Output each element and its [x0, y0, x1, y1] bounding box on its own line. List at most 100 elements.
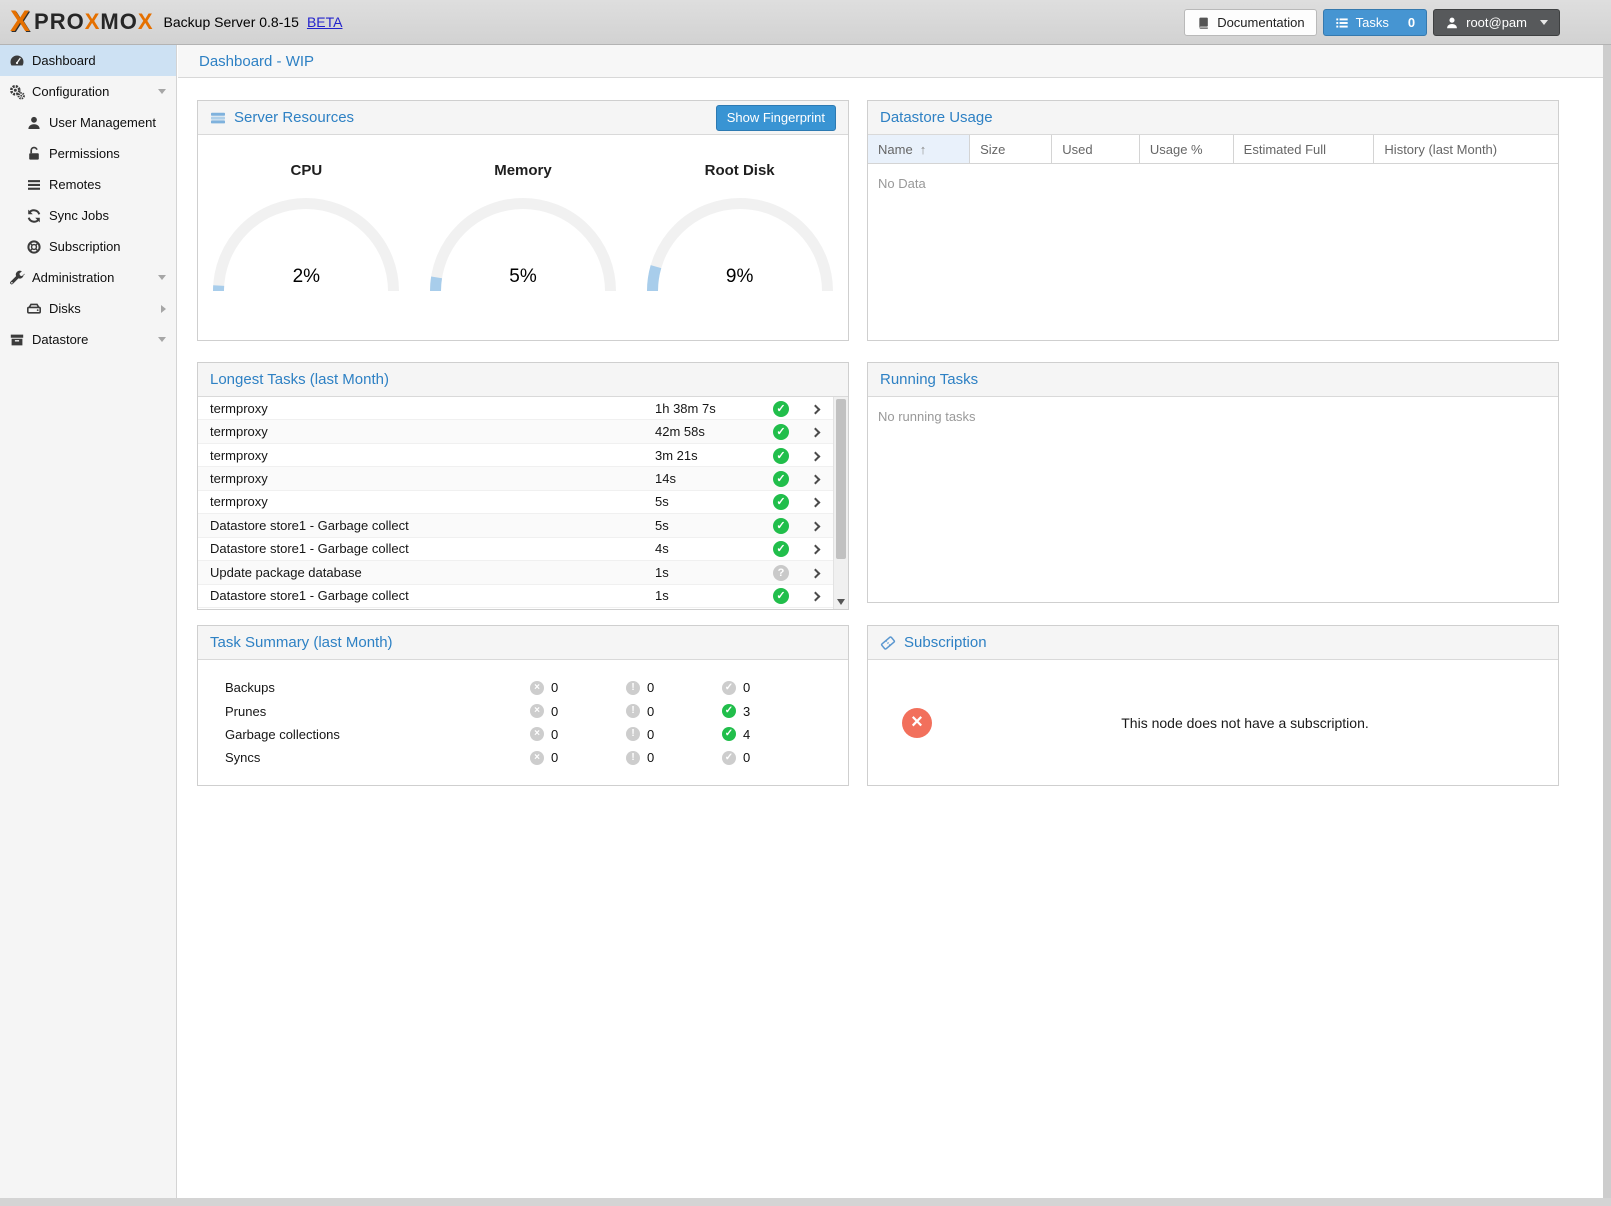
user-icon [26, 115, 42, 131]
task-open-button[interactable] [797, 541, 833, 556]
task-open-button[interactable] [797, 565, 833, 580]
sidebar-item-label: User Management [49, 115, 156, 130]
sidebar-item-label: Dashboard [32, 53, 96, 68]
sidebar-item-label: Disks [49, 301, 81, 316]
task-open-button[interactable] [797, 588, 833, 603]
summary-category-label: Garbage collections [198, 727, 530, 742]
documentation-button[interactable]: Documentation [1184, 9, 1316, 36]
column-header-estimated-full[interactable]: Estimated Full ↑ [1234, 135, 1375, 163]
error-count: 0 [551, 750, 558, 765]
sidebar-item-label: Permissions [49, 146, 120, 161]
sidebar-item-user-management[interactable]: User Management [0, 107, 176, 138]
tasks-button[interactable]: Tasks 0 [1323, 9, 1427, 36]
task-row[interactable]: termproxy 3m 21s ✓ [198, 444, 833, 467]
sidebar-item-subscription[interactable]: Subscription [0, 231, 176, 262]
column-header-used[interactable]: Used ↑ [1052, 135, 1140, 163]
error-count-icon: × [530, 704, 544, 718]
show-fingerprint-button[interactable]: Show Fingerprint [716, 105, 836, 131]
sidebar-item-label: Subscription [49, 239, 121, 254]
task-row[interactable]: termproxy 1h 38m 7s ✓ [198, 397, 833, 420]
task-open-button[interactable] [797, 401, 833, 416]
proxmox-wordmark: PROXMOX [34, 9, 154, 35]
status-ok-icon: ✓ [773, 448, 789, 464]
task-row[interactable]: Datastore store1 - Garbage collect 5s ✓ [198, 514, 833, 537]
server-resources-header: Server Resources Show Fingerprint [198, 101, 848, 135]
sidebar-item-administration[interactable]: Administration [0, 262, 176, 293]
sidebar-item-label: Sync Jobs [49, 208, 109, 223]
documentation-label: Documentation [1217, 15, 1304, 30]
task-name: termproxy [198, 471, 655, 486]
sidebar-item-configuration[interactable]: Configuration [0, 76, 176, 107]
task-row[interactable]: Datastore store1 - Garbage collect 1s ✓ [198, 585, 833, 608]
sidebar-item-sync-jobs[interactable]: Sync Jobs [0, 200, 176, 231]
summary-row: Syncs × 0 ! 0 ✓ 0 [198, 746, 848, 769]
task-row[interactable]: Datastore store1 - Garbage collect 4s ✓ [198, 538, 833, 561]
sidebar-item-disks[interactable]: Disks [0, 293, 176, 324]
gauge-value: 9% [645, 266, 835, 288]
gears-icon [9, 84, 25, 100]
summary-category-label: Syncs [198, 750, 530, 765]
ok-count: 0 [743, 750, 750, 765]
sidebar-item-dashboard[interactable]: Dashboard [0, 45, 176, 76]
tasks-list-icon [1335, 16, 1349, 30]
sidebar-item-permissions[interactable]: Permissions [0, 138, 176, 169]
error-count: 0 [551, 704, 558, 719]
resource-gauges: CPU 2% Memory 5% Root Disk 9% [198, 135, 848, 297]
page-title: Dashboard - WIP [199, 53, 314, 70]
column-header-usage[interactable]: Usage % ↑ [1140, 135, 1234, 163]
server-resources-title: Server Resources [234, 109, 354, 126]
chevron-down-icon [1540, 20, 1548, 25]
sidebar-item-label: Datastore [32, 332, 88, 347]
task-open-button[interactable] [797, 494, 833, 509]
tasks-scrollbar[interactable] [833, 397, 848, 609]
task-summary-title: Task Summary (last Month) [210, 634, 393, 651]
chevron-right-icon [810, 545, 820, 555]
task-name: termproxy [198, 448, 655, 463]
tachometer-icon [9, 53, 25, 69]
task-open-button[interactable] [797, 518, 833, 533]
gauge-value: 2% [211, 266, 401, 288]
gauge-arc: 9% [645, 193, 835, 297]
task-row[interactable]: termproxy 42m 58s ✓ [198, 420, 833, 443]
user-menu-button[interactable]: root@pam [1433, 9, 1560, 36]
resource-gauge: CPU 2% [211, 135, 401, 297]
task-open-button[interactable] [797, 448, 833, 463]
column-header-size[interactable]: Size ↑ [970, 135, 1052, 163]
gauge-label: Root Disk [705, 162, 775, 179]
expander-caret-icon [158, 337, 166, 342]
running-tasks-empty-text: No running tasks [868, 397, 1558, 436]
expander-caret-icon [158, 275, 166, 280]
sidebar-item-remotes[interactable]: Remotes [0, 169, 176, 200]
task-duration: 42m 58s [655, 424, 765, 439]
chevron-right-icon [810, 592, 820, 602]
task-open-button[interactable] [797, 471, 833, 486]
task-open-button[interactable] [797, 424, 833, 439]
page-horizontal-scrollbar[interactable] [0, 1198, 1611, 1206]
datastore-empty-text: No Data [868, 164, 1558, 203]
task-row[interactable]: Update package database 1s ? [198, 561, 833, 584]
subscription-title: Subscription [904, 634, 987, 651]
running-tasks-header: Running Tasks [868, 363, 1558, 397]
summary-category-label: Backups [198, 680, 530, 695]
column-header-history-last-month[interactable]: History (last Month) ↑ [1374, 135, 1558, 163]
summary-category-label: Prunes [198, 704, 530, 719]
sidebar-item-datastore[interactable]: Datastore [0, 324, 176, 355]
task-duration: 5s [655, 518, 765, 533]
task-row[interactable]: termproxy 5s ✓ [198, 491, 833, 514]
column-header-name[interactable]: Name ↑ [868, 135, 970, 163]
content-title-bar: Dashboard - WIP [178, 45, 1603, 78]
beta-link[interactable]: BETA [307, 14, 343, 30]
scrollbar-down-arrow-icon[interactable] [837, 599, 845, 605]
summary-row: Prunes × 0 ! 0 ✓ 3 [198, 699, 848, 722]
task-row[interactable]: termproxy 14s ✓ [198, 467, 833, 490]
scrollbar-thumb[interactable] [836, 399, 846, 559]
status-ok-icon: ✓ [773, 494, 789, 510]
status-ok-icon: ✓ [773, 401, 789, 417]
running-tasks-title: Running Tasks [880, 371, 978, 388]
task-duration: 1h 38m 7s [655, 401, 765, 416]
page-vertical-scrollbar[interactable] [1603, 45, 1611, 1198]
datastore-icon [9, 332, 25, 348]
book-icon [1196, 16, 1210, 30]
no-subscription-error-icon: × [902, 708, 932, 738]
error-count-icon: × [530, 751, 544, 765]
